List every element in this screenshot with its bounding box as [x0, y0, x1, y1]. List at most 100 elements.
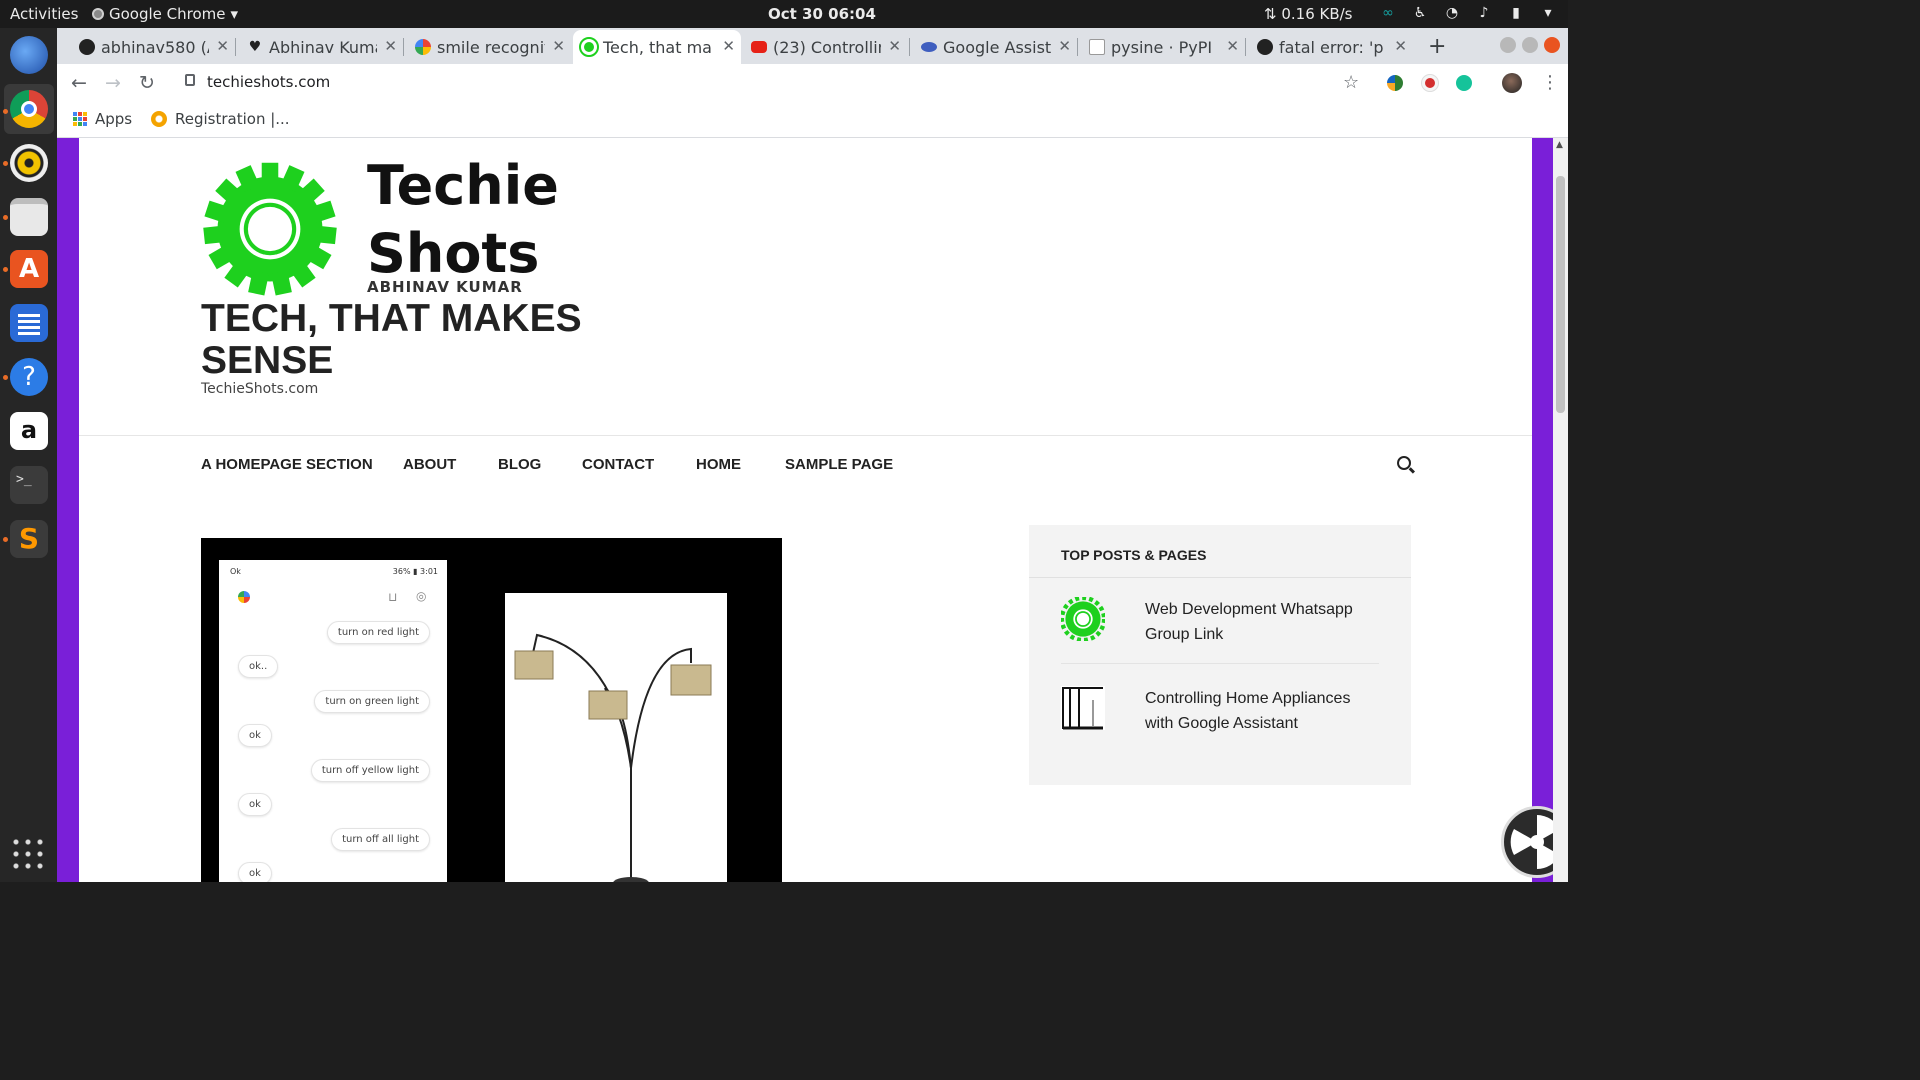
tab-title: Tech, that ma	[603, 37, 711, 57]
sun-icon	[151, 111, 167, 127]
close-icon[interactable]: ✕	[216, 37, 229, 55]
app-menu-label: Google Chrome	[109, 5, 226, 23]
accessibility-icon[interactable]: ♿	[1412, 5, 1428, 21]
clock[interactable]: Oct 30 06:04	[768, 5, 876, 23]
bookmark-apps[interactable]: Apps	[73, 110, 132, 128]
menu-item-sample-page[interactable]: SAMPLE PAGE	[785, 456, 893, 473]
close-icon[interactable]: ✕	[1226, 37, 1239, 55]
heart-icon: ♥	[248, 39, 262, 55]
maximize-button[interactable]	[1522, 37, 1538, 53]
bookmarks-bar: Apps Registration |...	[57, 102, 1568, 138]
top-post-title[interactable]: Web Development Whatsapp Group Link	[1145, 597, 1379, 647]
primary-menu: A HOMEPAGE SECTION ABOUT BLOG CONTACT HO…	[79, 435, 1532, 491]
running-indicator	[3, 109, 8, 114]
tab-github-1[interactable]: abhinav580 (A ✕	[71, 30, 235, 64]
terminal-icon[interactable]: >_	[10, 466, 48, 504]
close-icon[interactable]: ✕	[384, 37, 397, 55]
libreoffice-writer-icon[interactable]	[10, 304, 48, 342]
extension-globe-icon[interactable]	[1387, 75, 1403, 91]
lock-icon[interactable]	[185, 74, 195, 86]
lamp-thumbnail-icon[interactable]	[1061, 686, 1105, 730]
chat-user-bubble: turn on red light	[326, 621, 430, 644]
wifi-icon[interactable]: ◔	[1444, 5, 1460, 21]
close-icon[interactable]: ✕	[722, 37, 735, 55]
forward-button[interactable]: →	[105, 72, 121, 94]
apps-grid-icon	[73, 112, 87, 126]
page-viewport[interactable]: Techie Shots ABHINAV KUMAR TECH, THAT MA…	[57, 138, 1568, 882]
close-window-button[interactable]	[1544, 37, 1560, 53]
page-scrollbar[interactable]: ▲	[1553, 138, 1568, 882]
tab-separator	[909, 38, 910, 56]
tab-title: pysine · PyPI	[1111, 37, 1213, 57]
phone-status-bar: Ok 36% ▮ 3:01	[222, 563, 444, 579]
gear-thumbnail-icon[interactable]	[1061, 597, 1105, 641]
tab-google-assistant[interactable]: Google Assist ✕	[913, 30, 1077, 64]
app-menu[interactable]: Google Chrome ▾	[92, 5, 238, 23]
running-indicator	[3, 375, 8, 380]
tab-github-2[interactable]: fatal error: 'p ✕	[1249, 30, 1413, 64]
bookmark-registration[interactable]: Registration |...	[151, 110, 290, 128]
arduino-icon[interactable]: ∞	[1380, 5, 1396, 21]
site-logo-text[interactable]: Techie Shots	[367, 152, 559, 288]
show-applications-icon[interactable]	[10, 836, 48, 874]
tab-pypi[interactable]: pysine · PyPI ✕	[1081, 30, 1245, 64]
amazon-icon[interactable]: a	[10, 412, 48, 450]
top-post-title[interactable]: Controlling Home Appliances with Google …	[1145, 686, 1379, 736]
tab-separator	[1245, 38, 1246, 56]
new-tab-button[interactable]: +	[1428, 34, 1446, 59]
menu-item-homepage-section[interactable]: A HOMEPAGE SECTION	[201, 456, 373, 473]
software-center-icon[interactable]: A	[10, 250, 48, 288]
volume-icon[interactable]: ♪	[1476, 5, 1492, 21]
network-speed: ⇅ 0.16 KB/s	[1264, 5, 1353, 23]
minimize-button[interactable]	[1500, 37, 1516, 53]
bookmark-label: Apps	[95, 110, 133, 128]
menu-item-contact[interactable]: CONTACT	[582, 456, 654, 473]
scrollbar-thumb[interactable]	[1556, 176, 1565, 413]
reload-button[interactable]: ↻	[139, 72, 155, 94]
tab-title: fatal error: 'p	[1279, 37, 1384, 57]
tab-smile[interactable]: smile recognit ✕	[407, 30, 571, 64]
close-icon[interactable]: ✕	[888, 37, 901, 55]
phone-status-right: 36% ▮ 3:01	[392, 567, 438, 576]
assistant-dots-icon	[238, 591, 250, 603]
tab-separator	[235, 38, 236, 56]
activities-button[interactable]: Activities	[10, 5, 78, 23]
close-icon[interactable]: ✕	[1394, 37, 1407, 55]
sublime-text-icon[interactable]: S	[10, 520, 48, 558]
scroll-up-arrow-icon[interactable]: ▲	[1556, 140, 1563, 150]
running-indicator	[3, 215, 8, 220]
chrome-icon[interactable]	[10, 90, 48, 128]
close-icon[interactable]: ✕	[552, 37, 565, 55]
files-icon[interactable]	[10, 198, 48, 236]
bookmark-star-icon[interactable]: ☆	[1343, 72, 1359, 93]
power-menu-icon[interactable]: ▾	[1540, 5, 1556, 21]
menu-item-about[interactable]: ABOUT	[403, 456, 456, 473]
chat-assistant-bubble: ok..	[238, 655, 279, 678]
lamp-image	[505, 593, 727, 882]
back-button[interactable]: ←	[71, 72, 87, 94]
system-top-bar: Activities Google Chrome ▾ Oct 30 06:04 …	[0, 0, 1568, 28]
profile-avatar[interactable]	[1502, 73, 1522, 93]
close-icon[interactable]: ✕	[1058, 37, 1071, 55]
floor-lamp-icon	[514, 633, 712, 882]
site-title[interactable]: TECH, THAT MAKES SENSE	[201, 298, 621, 382]
tab-youtube[interactable]: (23) Controllin ✕	[743, 30, 907, 64]
featured-image[interactable]: Ok 36% ▮ 3:01 ⊔ ◎ turn on red light ok..…	[201, 538, 782, 882]
site-page: Techie Shots ABHINAV KUMAR TECH, THAT MA…	[79, 138, 1568, 882]
tab-title: smile recognit	[437, 37, 545, 57]
battery-icon[interactable]: ▮	[1508, 5, 1524, 21]
menu-item-blog[interactable]: BLOG	[498, 456, 541, 473]
menu-item-home[interactable]: HOME	[696, 456, 741, 473]
system-tray[interactable]: ∞ ♿ ◔ ♪ ▮ ▾	[1380, 5, 1556, 21]
extension-record-icon[interactable]	[1421, 74, 1439, 92]
menu-kebab-icon[interactable]: ⋮	[1541, 72, 1559, 93]
address-bar[interactable]: techieshots.com	[207, 73, 330, 91]
tab-abhinav[interactable]: ♥ Abhinav Kuma ✕	[239, 30, 403, 64]
thunderbird-icon[interactable]	[10, 36, 48, 74]
search-icon[interactable]	[1397, 456, 1411, 470]
extension-grammarly-icon[interactable]	[1456, 75, 1472, 91]
site-logo-gear-icon[interactable]	[201, 160, 339, 298]
tab-techieshots[interactable]: Tech, that ma ✕	[573, 30, 741, 64]
help-icon[interactable]: ?	[10, 358, 48, 396]
rhythmbox-icon[interactable]	[10, 144, 48, 182]
